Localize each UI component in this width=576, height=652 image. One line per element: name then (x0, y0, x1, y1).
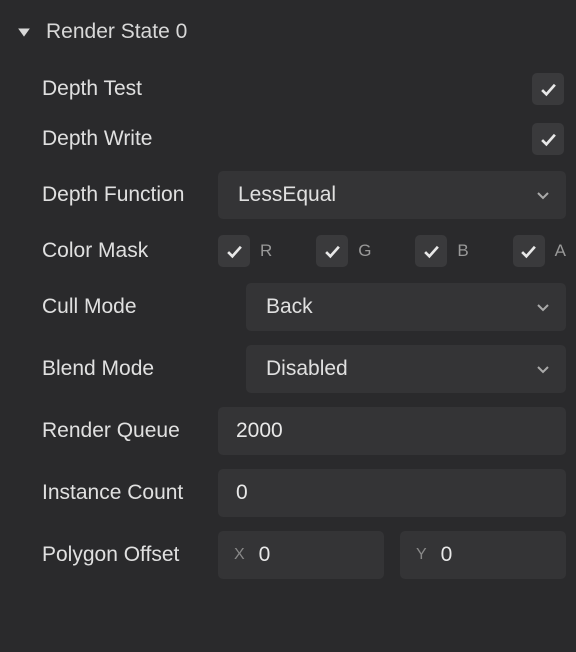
polygon-offset-label: Polygon Offset (42, 543, 218, 567)
polygon-offset-group: X 0 Y 0 (218, 531, 566, 579)
polygon-offset-x-prefix: X (234, 546, 245, 564)
row-render-queue: Render Queue 2000 (10, 400, 566, 462)
color-mask-g: G (316, 235, 371, 267)
polygon-offset-x-input[interactable]: X 0 (218, 531, 384, 579)
depth-write-checkbox[interactable] (532, 123, 564, 155)
color-mask-b-label: B (457, 241, 468, 261)
row-cull-mode: Cull Mode Back (10, 276, 566, 338)
checkmark-icon (520, 243, 537, 260)
checkmark-icon (540, 81, 557, 98)
render-state-panel: Render State 0 Depth Test Depth Write De… (0, 0, 576, 598)
color-mask-label: Color Mask (42, 239, 218, 263)
color-mask-a-checkbox[interactable] (513, 235, 545, 267)
render-queue-value: 2000 (236, 419, 283, 443)
row-color-mask: Color Mask R G (10, 226, 566, 276)
color-mask-group: R G B A (218, 235, 566, 267)
instance-count-label: Instance Count (42, 481, 218, 505)
color-mask-g-label: G (358, 241, 371, 261)
depth-function-value: LessEqual (238, 183, 336, 207)
depth-function-select[interactable]: LessEqual (218, 171, 566, 219)
depth-function-label: Depth Function (42, 183, 218, 207)
section-header[interactable]: Render State 0 (10, 12, 566, 64)
section-title: Render State 0 (46, 20, 187, 44)
instance-count-input[interactable]: 0 (218, 469, 566, 517)
polygon-offset-y-prefix: Y (416, 546, 427, 564)
chevron-down-icon (536, 300, 550, 314)
checkmark-icon (423, 243, 440, 260)
row-depth-test: Depth Test (10, 64, 566, 114)
polygon-offset-y-input[interactable]: Y 0 (400, 531, 566, 579)
color-mask-r-label: R (260, 241, 272, 261)
color-mask-r-checkbox[interactable] (218, 235, 250, 267)
blend-mode-value: Disabled (266, 357, 348, 381)
render-queue-input[interactable]: 2000 (218, 407, 566, 455)
color-mask-a: A (513, 235, 566, 267)
checkmark-icon (324, 243, 341, 260)
color-mask-b-checkbox[interactable] (415, 235, 447, 267)
chevron-down-icon (16, 24, 32, 40)
depth-test-checkbox[interactable] (532, 73, 564, 105)
cull-mode-select[interactable]: Back (246, 283, 566, 331)
color-mask-b: B (415, 235, 468, 267)
row-depth-function: Depth Function LessEqual (10, 164, 566, 226)
depth-write-label: Depth Write (42, 127, 218, 151)
row-blend-mode: Blend Mode Disabled (10, 338, 566, 400)
row-polygon-offset: Polygon Offset X 0 Y 0 (10, 524, 566, 586)
cull-mode-label: Cull Mode (42, 295, 246, 319)
render-queue-label: Render Queue (42, 419, 218, 443)
polygon-offset-y-value: 0 (441, 543, 453, 567)
polygon-offset-x-value: 0 (259, 543, 271, 567)
depth-test-label: Depth Test (42, 77, 218, 101)
chevron-down-icon (536, 362, 550, 376)
color-mask-g-checkbox[interactable] (316, 235, 348, 267)
cull-mode-value: Back (266, 295, 313, 319)
instance-count-value: 0 (236, 481, 248, 505)
blend-mode-label: Blend Mode (42, 357, 246, 381)
chevron-down-icon (536, 188, 550, 202)
blend-mode-select[interactable]: Disabled (246, 345, 566, 393)
color-mask-r: R (218, 235, 272, 267)
row-depth-write: Depth Write (10, 114, 566, 164)
checkmark-icon (540, 131, 557, 148)
color-mask-a-label: A (555, 241, 566, 261)
checkmark-icon (226, 243, 243, 260)
row-instance-count: Instance Count 0 (10, 462, 566, 524)
